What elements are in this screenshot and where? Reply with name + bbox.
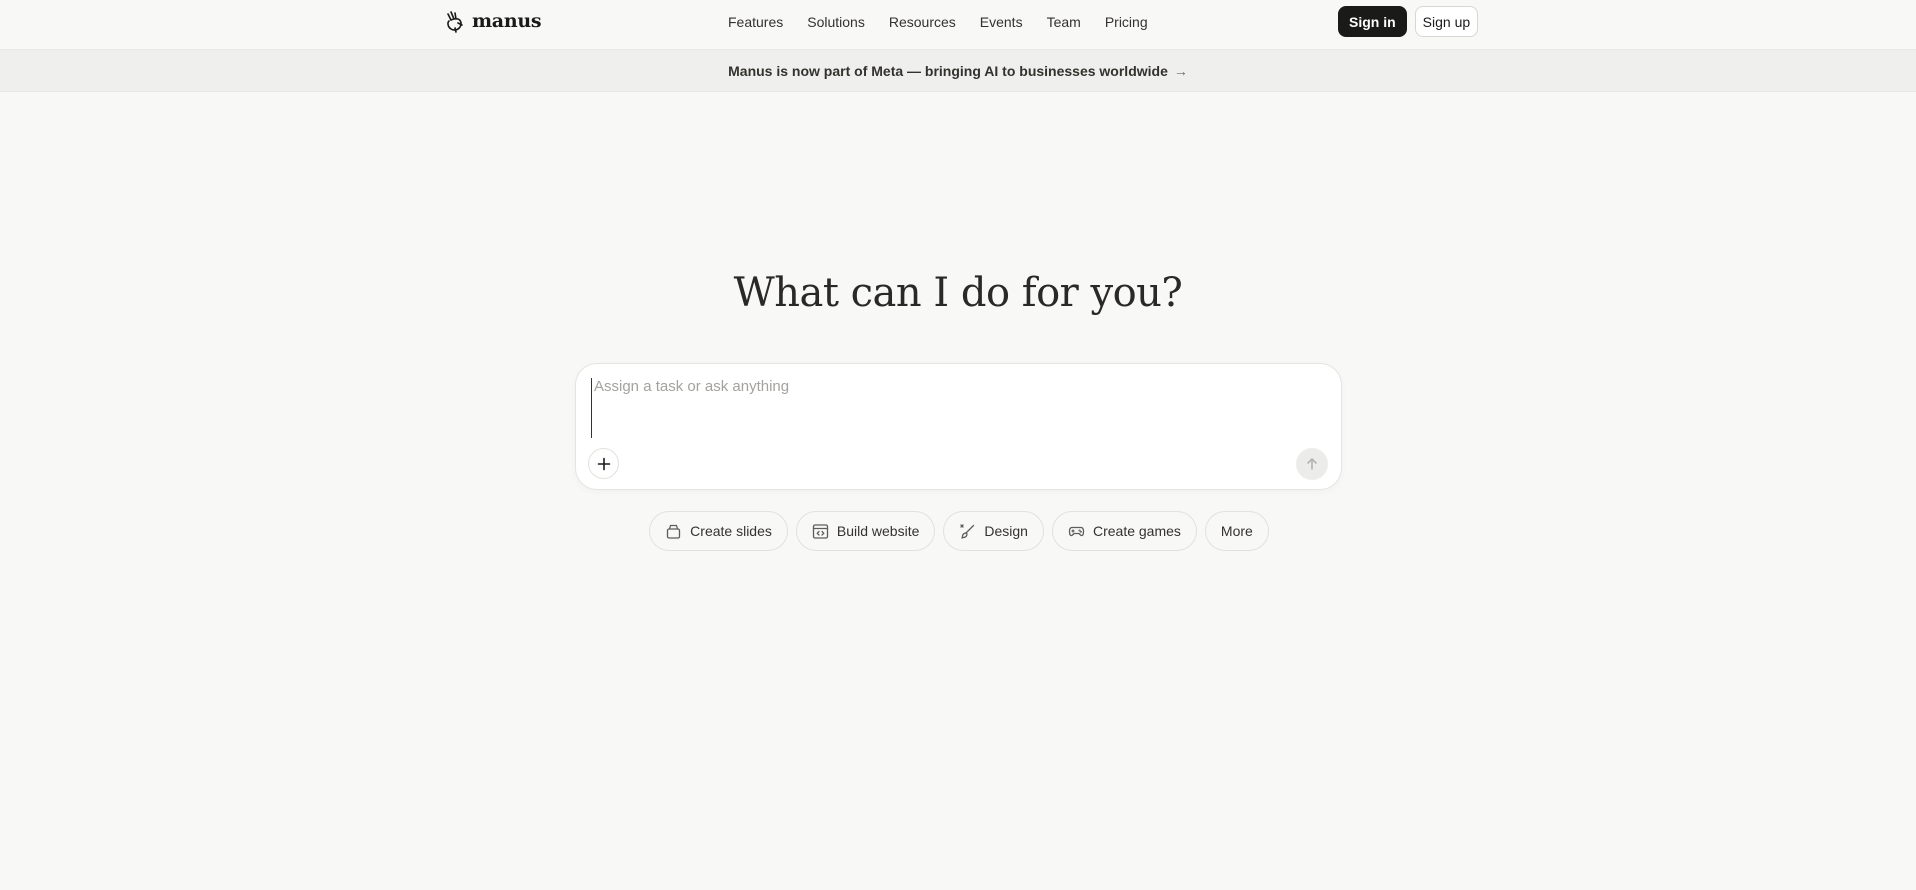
code-window-icon — [812, 523, 829, 539]
page-title: What can I do for you? — [733, 270, 1183, 316]
chip-label: Build website — [836, 523, 920, 539]
suggestion-chips: Create slides Build website Design Creat… — [0, 511, 1916, 551]
sign-up-button[interactable]: Sign up — [1414, 6, 1479, 37]
chip-build-website[interactable]: Build website — [795, 511, 936, 551]
attach-button[interactable] — [588, 448, 619, 479]
banner-text: Manus is now part of Meta — bringing AI … — [728, 62, 1168, 79]
announcement-banner[interactable]: Manus is now part of Meta — bringing AI … — [0, 49, 1916, 92]
plus-icon — [597, 457, 610, 470]
top-header: manus Features Solutions Resources Event… — [0, 0, 1916, 49]
arrow-up-icon — [1307, 458, 1317, 470]
prompt-input[interactable] — [591, 378, 1321, 438]
brand-logo[interactable]: manus — [444, 8, 542, 34]
arrow-right-icon: → — [1173, 62, 1188, 79]
brand-name: manus — [472, 10, 542, 32]
auth-buttons: Sign in Sign up — [1338, 6, 1479, 37]
nav-events[interactable]: Events — [968, 14, 1035, 30]
nav-team[interactable]: Team — [1035, 14, 1093, 30]
chip-label: More — [1220, 523, 1253, 539]
slides-icon — [667, 524, 681, 539]
chip-label: Create games — [1092, 523, 1181, 539]
manus-hand-icon — [447, 11, 463, 33]
nav-features[interactable]: Features — [716, 14, 795, 30]
main-nav: Features Solutions Resources Events Team… — [716, 0, 1160, 43]
chip-label: Create slides — [690, 523, 772, 539]
send-button[interactable] — [1296, 448, 1328, 480]
nav-resources[interactable]: Resources — [877, 14, 968, 30]
design-brush-icon — [960, 523, 975, 539]
sign-in-button[interactable]: Sign in — [1338, 6, 1407, 37]
chip-create-slides[interactable]: Create slides — [649, 511, 788, 551]
chip-design[interactable]: Design — [943, 511, 1044, 551]
nav-pricing[interactable]: Pricing — [1093, 14, 1160, 30]
gamepad-icon — [1068, 526, 1085, 536]
chip-more[interactable]: More — [1204, 511, 1269, 551]
chip-create-games[interactable]: Create games — [1051, 511, 1197, 551]
chip-label: Design — [984, 523, 1028, 539]
nav-solutions[interactable]: Solutions — [795, 14, 877, 30]
prompt-composer — [575, 363, 1342, 490]
